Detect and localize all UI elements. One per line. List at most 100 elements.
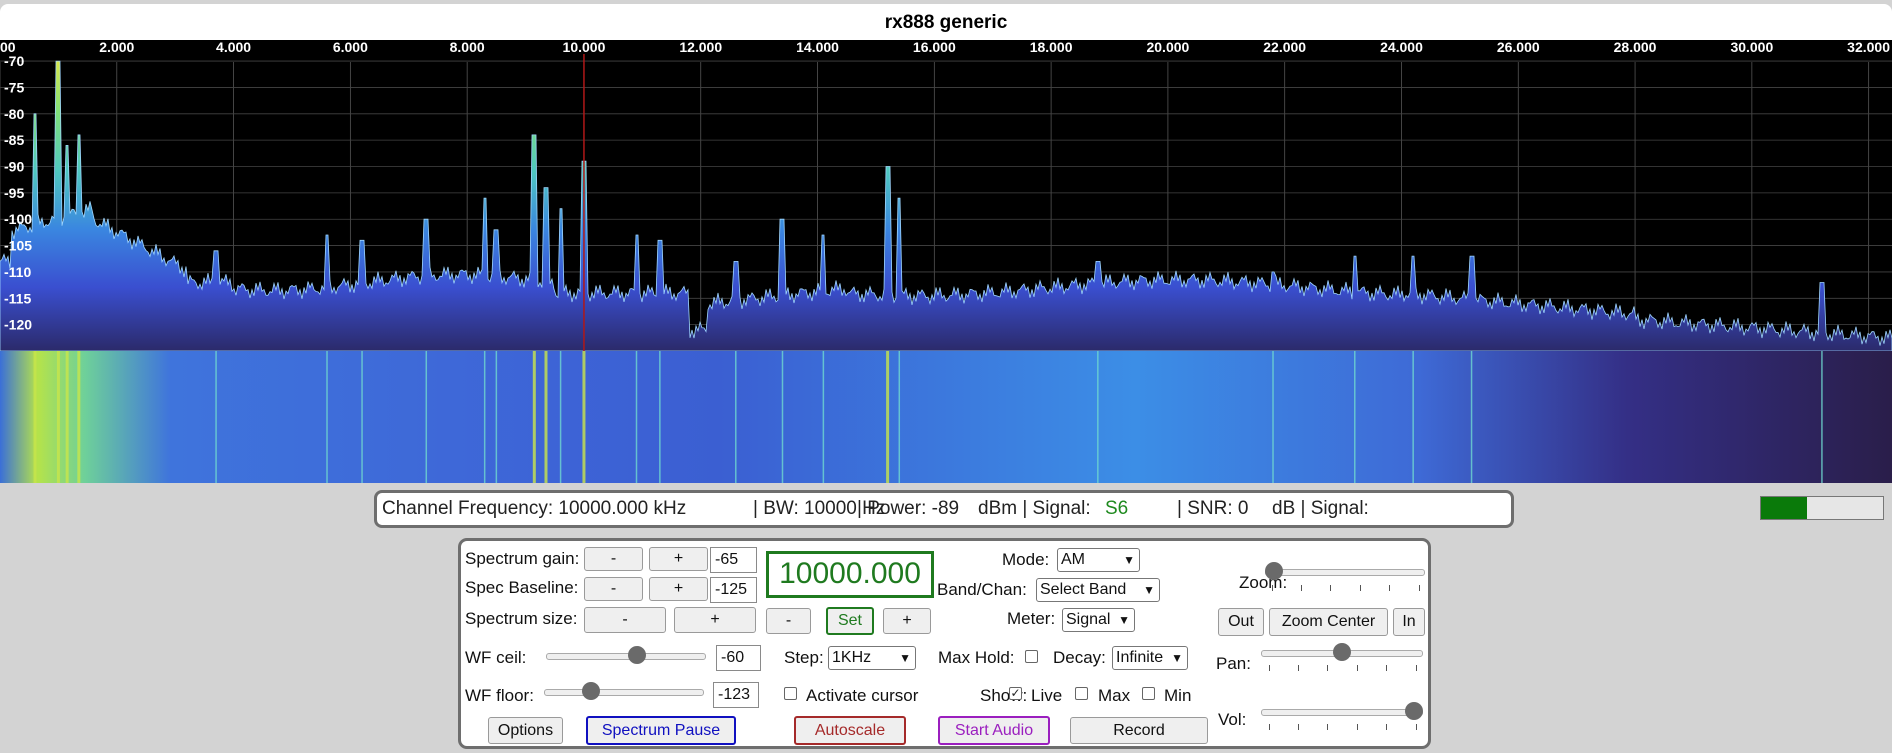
zoom-in-button[interactable]: In [1393, 608, 1425, 636]
wf-floor-label: WF floor: [465, 686, 534, 705]
spec-baseline-plus-button[interactable]: + [649, 577, 708, 601]
spectrum-gain-input[interactable]: -65 [710, 547, 757, 573]
wf-floor-slider-thumb[interactable] [582, 682, 601, 700]
show-max-checkbox[interactable] [1075, 687, 1088, 700]
show-live-checkbox[interactable]: ✓ [1009, 687, 1022, 700]
decay-select-value: Infinite [1116, 649, 1164, 666]
signal-meter [1760, 496, 1884, 520]
wf-ceil-slider-thumb[interactable] [628, 646, 647, 664]
frequency-display[interactable]: 10000.000 [766, 551, 934, 598]
db-tick-label: -70 [4, 53, 24, 69]
db-tick-label: -120 [4, 317, 32, 333]
frequency-tick-label: 18.000 [1030, 40, 1073, 55]
show-min-label: Min [1164, 686, 1192, 705]
zoom-out-button[interactable]: Out [1218, 608, 1264, 636]
mode-label: Mode: [1002, 550, 1050, 569]
frequency-tick-label: 30.000 [1730, 40, 1773, 55]
autoscale-button[interactable]: Autoscale [794, 716, 906, 745]
chevron-down-icon: ▼ [1123, 553, 1135, 567]
frequency-tick-label: 22.000 [1263, 40, 1306, 55]
db-tick-label: -90 [4, 159, 24, 175]
chevron-down-icon: ▼ [1143, 583, 1155, 597]
spec-baseline-minus-button[interactable]: - [584, 577, 643, 601]
spectrum-gain-minus-button[interactable]: - [584, 547, 643, 571]
zoom-slider[interactable] [1265, 561, 1425, 581]
frequency-tick-label: 4.000 [216, 40, 251, 55]
zoom-ticks [1272, 585, 1420, 591]
frequency-tick-label: 12.000 [679, 40, 722, 55]
vol-slider[interactable] [1261, 701, 1423, 721]
meter-select[interactable]: Signal ▼ [1062, 608, 1135, 632]
frequency-tick-label: 32.000 [1847, 40, 1890, 55]
decay-label: Decay: [1053, 648, 1106, 667]
frequency-tick-label: 24.000 [1380, 40, 1423, 55]
show-min-checkbox[interactable] [1142, 687, 1155, 700]
step-label: Step: [784, 648, 824, 667]
pan-slider[interactable] [1261, 642, 1423, 662]
wf-ceil-slider[interactable] [546, 645, 706, 665]
max-hold-checkbox[interactable] [1025, 650, 1038, 663]
mode-select[interactable]: AM ▼ [1057, 548, 1140, 572]
frequency-tick-label: 2.000 [99, 40, 134, 55]
vol-slider-thumb[interactable] [1405, 702, 1423, 720]
window-title: rx888 generic [0, 4, 1892, 42]
signal-s-value: S6 [1105, 498, 1129, 519]
spectrum-gain-label: Spectrum gain: [465, 549, 580, 568]
dbm-signal-text: dBm | Signal: [978, 498, 1091, 519]
decay-select[interactable]: Infinite ▼ [1112, 646, 1188, 670]
pan-ticks [1269, 665, 1417, 671]
zoom-slider-thumb[interactable] [1265, 562, 1283, 580]
pan-label: Pan: [1216, 654, 1251, 673]
step-select[interactable]: 1KHz ▼ [828, 646, 916, 670]
spectrum-size-label: Spectrum size: [465, 609, 578, 628]
frequency-tick-label: 16.000 [913, 40, 956, 55]
frequency-tick-label: 14.000 [796, 40, 839, 55]
frequency-tick-label: 10.000 [563, 40, 606, 55]
pan-slider-thumb[interactable] [1333, 643, 1351, 661]
spec-baseline-input[interactable]: -125 [710, 577, 757, 603]
db-tick-label: -85 [4, 132, 24, 148]
set-frequency-button[interactable]: Set [826, 607, 874, 635]
step-select-value: 1KHz [832, 649, 872, 666]
spec-baseline-label: Spec Baseline: [465, 578, 579, 597]
max-hold-label: Max Hold: [938, 648, 1015, 667]
db-signal-text: dB | Signal: [1272, 498, 1369, 519]
snr-text: | SNR: 0 [1177, 498, 1249, 519]
band-chan-label: Band/Chan: [937, 580, 1027, 599]
frequency-tick-label: 28.000 [1614, 40, 1657, 55]
spectrum-display[interactable]: 00 2.000 4.000 6.000 8.000 10.000 12.000 14.000… [0, 40, 1892, 483]
band-select[interactable]: Select Band ▼ [1036, 578, 1160, 602]
db-tick-label: -115 [4, 290, 31, 306]
db-tick-label: -105 [4, 238, 32, 254]
waterfall[interactable] [0, 351, 1892, 483]
activate-cursor-checkbox[interactable] [784, 687, 797, 700]
record-button[interactable]: Record [1070, 717, 1208, 744]
options-button[interactable]: Options [488, 717, 563, 744]
signal-meter-fill [1761, 497, 1808, 519]
spectrum-gain-plus-button[interactable]: + [649, 547, 708, 571]
spectrum-size-plus-button[interactable]: + [674, 607, 756, 633]
zoom-center-button[interactable]: Zoom Center [1269, 608, 1388, 636]
vol-label: Vol: [1218, 710, 1247, 729]
spectrum-pause-button[interactable]: Spectrum Pause [586, 716, 736, 745]
frequency-tick-label: 20.000 [1146, 40, 1189, 55]
wf-ceil-label: WF ceil: [465, 648, 527, 667]
frequency-tick-label: 8.000 [450, 40, 485, 55]
vol-ticks [1269, 724, 1417, 730]
wf-floor-input[interactable]: -123 [713, 682, 759, 708]
frequency-tick-label: 26.000 [1497, 40, 1540, 55]
start-audio-button[interactable]: Start Audio [938, 716, 1050, 745]
wf-ceil-input[interactable]: -60 [716, 645, 761, 671]
power-text: | Power: -89 [857, 498, 960, 519]
meter-select-value: Signal [1066, 611, 1111, 628]
chevron-down-icon: ▼ [1118, 613, 1130, 627]
frequency-axis: 00 2.000 4.000 6.000 8.000 10.000 12.000 14.000… [0, 40, 1890, 55]
frequency-minus-button[interactable]: - [766, 608, 811, 634]
spectrum-size-minus-button[interactable]: - [584, 607, 666, 633]
wf-floor-slider[interactable] [544, 681, 704, 701]
spectrum-svg[interactable]: 00 2.000 4.000 6.000 8.000 10.000 12.000 14.000… [0, 40, 1892, 483]
control-panel: Spectrum gain: - + -65 10000.000 Mode: A… [458, 538, 1431, 749]
frequency-plus-button[interactable]: + [883, 608, 931, 634]
meter-label: Meter: [1007, 609, 1056, 628]
db-tick-label: -110 [4, 264, 31, 280]
